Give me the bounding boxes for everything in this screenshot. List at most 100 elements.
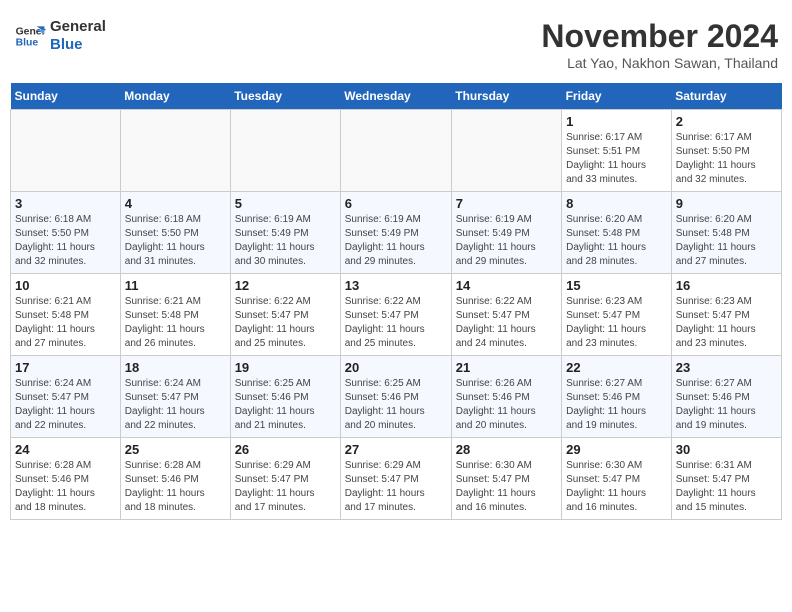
day-detail: Sunrise: 6:26 AM Sunset: 5:46 PM Dayligh… <box>456 377 557 433</box>
day-number: 5 <box>235 196 336 211</box>
calendar-cell: 12 Sunrise: 6:22 AM Sunset: 5:47 PM Dayli… <box>230 274 340 356</box>
calendar-cell: 11 Sunrise: 6:21 AM Sunset: 5:48 PM Dayli… <box>120 274 230 356</box>
day-detail: Sunrise: 6:20 AM Sunset: 5:48 PM Dayligh… <box>676 213 777 269</box>
calendar-cell: 13Sunrise: 6:22 AM Sunset: 5:47 PM Dayli… <box>340 274 451 356</box>
weekday-header-thursday: Thursday <box>451 83 561 110</box>
day-number: 13 <box>345 278 447 293</box>
calendar-cell <box>120 110 230 192</box>
calendar-table: SundayMondayTuesdayWednesdayThursdayFrid… <box>10 83 782 520</box>
day-number: 17 <box>15 360 116 375</box>
day-number: 16 <box>676 278 777 293</box>
weekday-header-tuesday: Tuesday <box>230 83 340 110</box>
day-number: 29 <box>566 442 667 457</box>
calendar-cell: 29 Sunrise: 6:30 AM Sunset: 5:47 PM Dayli… <box>562 438 672 520</box>
calendar-cell: 21 Sunrise: 6:26 AM Sunset: 5:46 PM Dayli… <box>451 356 561 438</box>
calendar-body: 1 Sunrise: 6:17 AM Sunset: 5:51 PM Daylig… <box>11 110 782 520</box>
day-detail: Sunrise: 6:27 AM Sunset: 5:46 PM Dayligh… <box>566 377 667 433</box>
calendar-cell: 15 Sunrise: 6:23 AM Sunset: 5:47 PM Dayli… <box>562 274 672 356</box>
day-detail: Sunrise: 6:28 AM Sunset: 5:46 PM Dayligh… <box>15 459 116 515</box>
day-detail: Sunrise: 6:31 AM Sunset: 5:47 PM Dayligh… <box>676 459 777 515</box>
day-number: 7 <box>456 196 557 211</box>
day-detail: Sunrise: 6:25 AM Sunset: 5:46 PM Dayligh… <box>345 377 447 433</box>
calendar-cell: 16 Sunrise: 6:23 AM Sunset: 5:47 PM Dayli… <box>671 274 781 356</box>
calendar-cell: 23Sunrise: 6:27 AM Sunset: 5:46 PM Dayli… <box>671 356 781 438</box>
calendar-cell: 8 Sunrise: 6:20 AM Sunset: 5:48 PM Daylig… <box>562 192 672 274</box>
day-number: 20 <box>345 360 447 375</box>
calendar-cell: 1 Sunrise: 6:17 AM Sunset: 5:51 PM Daylig… <box>562 110 672 192</box>
day-number: 15 <box>566 278 667 293</box>
calendar-cell: 20 Sunrise: 6:25 AM Sunset: 5:46 PM Dayli… <box>340 356 451 438</box>
weekday-header-wednesday: Wednesday <box>340 83 451 110</box>
logo-blue: Blue <box>50 36 106 54</box>
day-number: 22 <box>566 360 667 375</box>
logo: General Blue General Blue <box>14 18 106 54</box>
day-detail: Sunrise: 6:21 AM Sunset: 5:48 PM Dayligh… <box>125 295 226 351</box>
day-detail: Sunrise: 6:19 AM Sunset: 5:49 PM Dayligh… <box>235 213 336 269</box>
calendar-cell: 24 Sunrise: 6:28 AM Sunset: 5:46 PM Dayli… <box>11 438 121 520</box>
day-detail: Sunrise: 6:23 AM Sunset: 5:47 PM Dayligh… <box>676 295 777 351</box>
day-detail: Sunrise: 6:17 AM Sunset: 5:51 PM Dayligh… <box>566 131 667 187</box>
day-detail: Sunrise: 6:29 AM Sunset: 5:47 PM Dayligh… <box>235 459 336 515</box>
day-detail: Sunrise: 6:22 AM Sunset: 5:47 PM Dayligh… <box>235 295 336 351</box>
location-subtitle: Lat Yao, Nakhon Sawan, Thailand <box>541 55 778 71</box>
day-number: 23 <box>676 360 777 375</box>
calendar-cell <box>230 110 340 192</box>
day-number: 4 <box>125 196 226 211</box>
calendar-cell: 14Sunrise: 6:22 AM Sunset: 5:47 PM Dayli… <box>451 274 561 356</box>
day-number: 24 <box>15 442 116 457</box>
day-number: 28 <box>456 442 557 457</box>
day-detail: Sunrise: 6:30 AM Sunset: 5:47 PM Dayligh… <box>456 459 557 515</box>
calendar-cell: 6Sunrise: 6:19 AM Sunset: 5:49 PM Daylig… <box>340 192 451 274</box>
title-area: November 2024 Lat Yao, Nakhon Sawan, Tha… <box>541 18 778 71</box>
day-detail: Sunrise: 6:20 AM Sunset: 5:48 PM Dayligh… <box>566 213 667 269</box>
calendar-cell: 2Sunrise: 6:17 AM Sunset: 5:50 PM Daylig… <box>671 110 781 192</box>
day-number: 25 <box>125 442 226 457</box>
calendar-cell: 5 Sunrise: 6:19 AM Sunset: 5:49 PM Daylig… <box>230 192 340 274</box>
day-detail: Sunrise: 6:19 AM Sunset: 5:49 PM Dayligh… <box>345 213 447 269</box>
svg-text:Blue: Blue <box>16 38 39 49</box>
day-detail: Sunrise: 6:23 AM Sunset: 5:47 PM Dayligh… <box>566 295 667 351</box>
calendar-cell: 9 Sunrise: 6:20 AM Sunset: 5:48 PM Daylig… <box>671 192 781 274</box>
calendar-week-row: 10Sunrise: 6:21 AM Sunset: 5:48 PM Dayli… <box>11 274 782 356</box>
calendar-cell: 27Sunrise: 6:29 AM Sunset: 5:47 PM Dayli… <box>340 438 451 520</box>
header: General Blue General Blue November 2024 … <box>10 10 782 79</box>
day-number: 11 <box>125 278 226 293</box>
day-detail: Sunrise: 6:18 AM Sunset: 5:50 PM Dayligh… <box>125 213 226 269</box>
calendar-cell <box>11 110 121 192</box>
calendar-cell: 22 Sunrise: 6:27 AM Sunset: 5:46 PM Dayli… <box>562 356 672 438</box>
calendar-cell: 18Sunrise: 6:24 AM Sunset: 5:47 PM Dayli… <box>120 356 230 438</box>
calendar-cell: 19Sunrise: 6:25 AM Sunset: 5:46 PM Dayli… <box>230 356 340 438</box>
calendar-cell: 10Sunrise: 6:21 AM Sunset: 5:48 PM Dayli… <box>11 274 121 356</box>
day-detail: Sunrise: 6:30 AM Sunset: 5:47 PM Dayligh… <box>566 459 667 515</box>
logo-icon: General Blue <box>14 20 46 52</box>
calendar-cell: 7Sunrise: 6:19 AM Sunset: 5:49 PM Daylig… <box>451 192 561 274</box>
day-number: 26 <box>235 442 336 457</box>
day-number: 8 <box>566 196 667 211</box>
day-number: 3 <box>15 196 116 211</box>
month-title: November 2024 <box>541 18 778 55</box>
day-number: 30 <box>676 442 777 457</box>
calendar-cell: 3 Sunrise: 6:18 AM Sunset: 5:50 PM Daylig… <box>11 192 121 274</box>
day-detail: Sunrise: 6:18 AM Sunset: 5:50 PM Dayligh… <box>15 213 116 269</box>
calendar-week-row: 24 Sunrise: 6:28 AM Sunset: 5:46 PM Dayli… <box>11 438 782 520</box>
weekday-header-sunday: Sunday <box>11 83 121 110</box>
weekday-header-friday: Friday <box>562 83 672 110</box>
day-number: 18 <box>125 360 226 375</box>
day-number: 21 <box>456 360 557 375</box>
day-number: 9 <box>676 196 777 211</box>
day-number: 2 <box>676 114 777 129</box>
calendar-cell: 4 Sunrise: 6:18 AM Sunset: 5:50 PM Daylig… <box>120 192 230 274</box>
weekday-header-saturday: Saturday <box>671 83 781 110</box>
day-detail: Sunrise: 6:24 AM Sunset: 5:47 PM Dayligh… <box>15 377 116 433</box>
calendar-week-row: 1 Sunrise: 6:17 AM Sunset: 5:51 PM Daylig… <box>11 110 782 192</box>
calendar-cell <box>451 110 561 192</box>
calendar-week-row: 3 Sunrise: 6:18 AM Sunset: 5:50 PM Daylig… <box>11 192 782 274</box>
day-detail: Sunrise: 6:28 AM Sunset: 5:46 PM Dayligh… <box>125 459 226 515</box>
weekday-header-row: SundayMondayTuesdayWednesdayThursdayFrid… <box>11 83 782 110</box>
day-number: 12 <box>235 278 336 293</box>
calendar-week-row: 17 Sunrise: 6:24 AM Sunset: 5:47 PM Dayli… <box>11 356 782 438</box>
calendar-cell: 28 Sunrise: 6:30 AM Sunset: 5:47 PM Dayli… <box>451 438 561 520</box>
day-number: 1 <box>566 114 667 129</box>
day-number: 27 <box>345 442 447 457</box>
day-number: 19 <box>235 360 336 375</box>
